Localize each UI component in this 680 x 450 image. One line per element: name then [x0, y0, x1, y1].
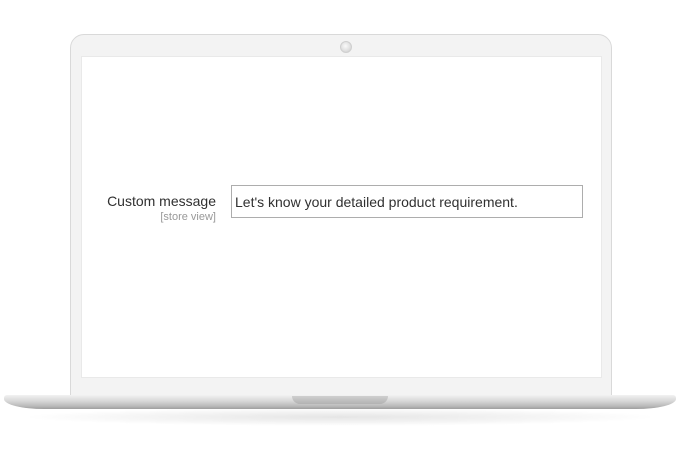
laptop-notch — [292, 396, 388, 404]
custom-message-input[interactable] — [231, 185, 583, 218]
webcam-icon — [340, 41, 352, 53]
custom-message-label: Custom message — [107, 193, 216, 209]
store-view-scope-label: [store view] — [160, 211, 216, 223]
laptop-shadow — [20, 408, 660, 426]
